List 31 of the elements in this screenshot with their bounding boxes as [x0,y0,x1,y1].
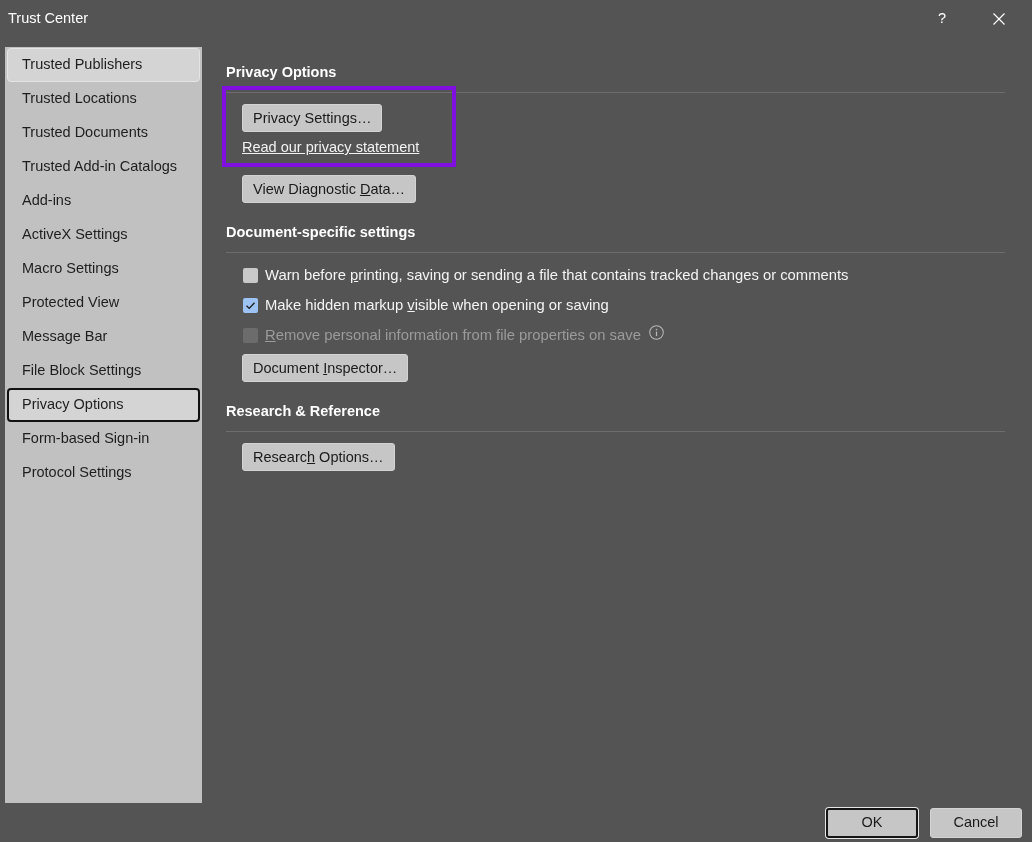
window-title: Trust Center [8,9,90,29]
sidebar-item[interactable]: Trusted Add-in Catalogs [7,150,200,184]
dialog-button[interactable]: OK [826,808,918,838]
sidebar-item[interactable]: ActiveX Settings [7,218,200,252]
sidebar-item[interactable]: Privacy Options [7,388,200,422]
sidebar-item[interactable]: Trusted Documents [7,116,200,150]
privacy-link[interactable]: Read our privacy statement [242,138,420,156]
settings-button[interactable]: Document Inspector… [242,354,409,382]
sidebar-item[interactable]: File Block Settings [7,354,200,388]
sidebar-item[interactable]: Form-based Sign-in [7,422,200,456]
checkbox[interactable] [243,267,258,283]
sidebar-item[interactable]: Add-ins [7,184,200,218]
help-button[interactable]: ? [919,0,965,38]
settings-button[interactable]: Privacy Settings… [242,104,383,132]
checkbox-label: Make hidden markup visible when opening or saving [265,295,609,315]
sidebar-item[interactable]: Message Bar [7,320,200,354]
sidebar-item[interactable]: Trusted Locations [7,82,200,116]
dialog-button[interactable]: Cancel [930,808,1022,838]
checkbox[interactable] [243,297,258,313]
section-heading: Document-specific settings [226,223,417,242]
sidebar-item[interactable]: Trusted Publishers [7,48,200,82]
sidebar-item[interactable]: Macro Settings [7,252,200,286]
section-heading: Privacy Options [226,63,338,82]
checkbox-label: Remove personal information from file properties on save [265,325,641,345]
section-heading: Research & Reference [226,402,381,421]
close-icon [993,13,1005,25]
sidebar-item[interactable]: Protocol Settings [7,456,200,490]
settings-button[interactable]: View Diagnostic Data… [242,175,417,203]
settings-button[interactable]: Research Options… [242,443,395,471]
checkbox-label: Warn before printing, saving or sending a file that contains tracked changes or comments [265,265,849,285]
sidebar-item[interactable]: Protected View [7,286,200,320]
